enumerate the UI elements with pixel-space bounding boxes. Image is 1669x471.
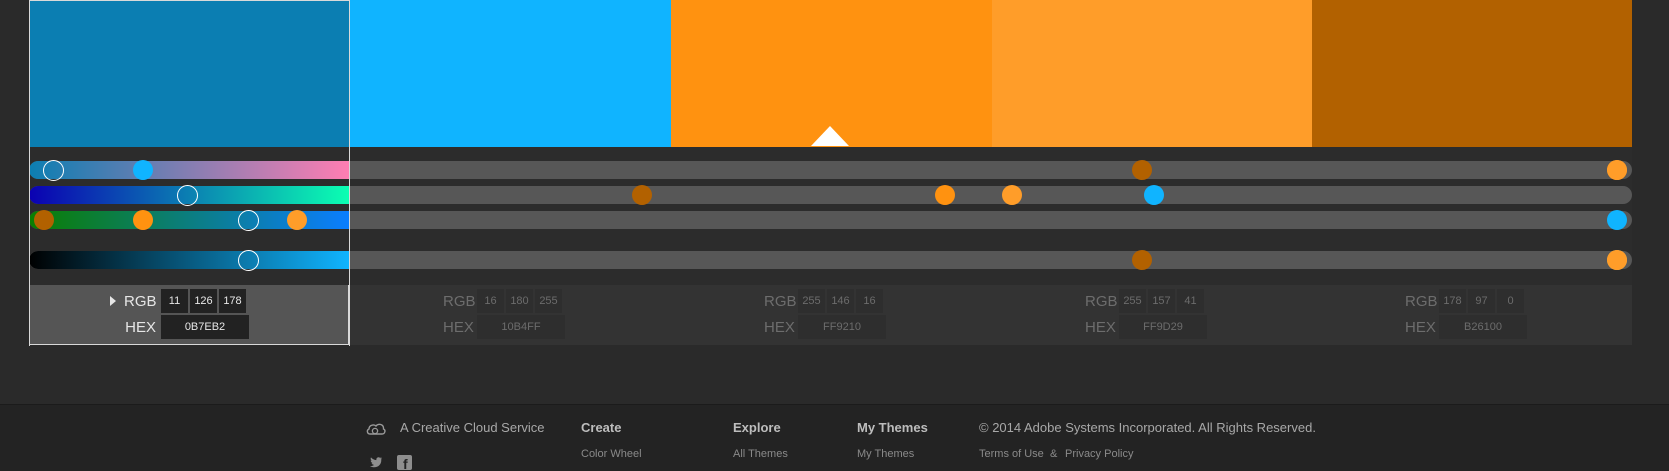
rgb-r-field[interactable]: 11 xyxy=(161,289,188,313)
red-slider-gradient xyxy=(29,161,349,179)
slider-knob-color-3-channel-3[interactable] xyxy=(132,210,153,230)
rgb-b-field[interactable]: 41 xyxy=(1177,289,1204,313)
slider-knob-color-5-channel-3[interactable] xyxy=(34,210,54,230)
color-swatch-2[interactable] xyxy=(350,0,671,147)
blue-slider-track[interactable] xyxy=(29,211,1632,229)
color-swatch-1[interactable] xyxy=(29,0,350,147)
twitter-icon[interactable] xyxy=(369,457,382,468)
color-sliders xyxy=(29,147,1632,285)
hex-field[interactable]: 10B4FF xyxy=(477,315,565,339)
hex-label: HEX xyxy=(764,318,795,336)
slider-knob-color-2-channel-3[interactable] xyxy=(1607,210,1627,230)
color-swatch-5[interactable] xyxy=(1312,0,1632,147)
slider-knob-color-4-channel-3[interactable] xyxy=(286,210,307,230)
rgb-g-field[interactable]: 126 xyxy=(190,289,217,313)
hex-field[interactable]: FF9D29 xyxy=(1119,315,1207,339)
rgb-label: RGB xyxy=(1405,292,1438,310)
rgb-g-field[interactable]: 97 xyxy=(1468,289,1495,313)
slider-knob-color-5-channel-1[interactable] xyxy=(1132,160,1153,180)
creative-cloud-service-text: A Creative Cloud Service xyxy=(400,420,545,435)
rgb-g-field[interactable]: 146 xyxy=(827,289,854,313)
hex-label: HEX xyxy=(125,318,156,336)
color-swatch-4[interactable] xyxy=(992,0,1312,147)
color-wheel-link[interactable]: Color Wheel xyxy=(581,448,642,460)
footer-my-themes-heading: My Themes xyxy=(857,420,928,435)
all-themes-link[interactable]: All Themes xyxy=(733,448,788,460)
color-values-4: RGB 255 157 41 HEX FF9D29 xyxy=(992,285,1312,345)
site-footer: A Creative Cloud Service f Create Color … xyxy=(0,404,1669,471)
rgb-r-field[interactable]: 178 xyxy=(1439,289,1466,313)
hex-field[interactable]: FF9210 xyxy=(798,315,886,339)
terms-of-use-link[interactable]: Terms of Use xyxy=(979,448,1044,460)
color-theme-editor: RGB 11 126 178 HEX 0B7EB2 RGB 16 180 255… xyxy=(0,0,1669,404)
rgb-b-field[interactable]: 178 xyxy=(219,289,246,313)
footer-create-heading: Create xyxy=(581,420,622,435)
rgb-label: RGB xyxy=(124,292,157,310)
rgb-r-field[interactable]: 16 xyxy=(477,289,504,313)
slider-knob-color-2-channel-1[interactable] xyxy=(132,160,153,180)
slider-knob-color-5-channel-4[interactable] xyxy=(1132,250,1153,270)
hex-label: HEX xyxy=(1405,318,1436,336)
rgb-label: RGB xyxy=(764,292,797,310)
green-slider-track[interactable] xyxy=(29,186,1632,204)
color-swatch-3[interactable] xyxy=(671,0,992,147)
hex-field[interactable]: 0B7EB2 xyxy=(161,315,249,339)
rgb-g-field[interactable]: 180 xyxy=(506,289,533,313)
rgb-label: RGB xyxy=(443,292,476,310)
facebook-icon[interactable]: f xyxy=(397,455,412,471)
color-values-5: RGB 178 97 0 HEX B26100 xyxy=(1312,285,1632,345)
hex-label: HEX xyxy=(443,318,474,336)
base-color-marker-icon xyxy=(811,126,849,146)
copyright-text: © 2014 Adobe Systems Incorporated. All R… xyxy=(979,420,1316,435)
footer-explore-heading: Explore xyxy=(733,420,781,435)
slider-knob-color-1-channel-1[interactable] xyxy=(42,160,64,181)
color-values-2: RGB 16 180 255 HEX 10B4FF xyxy=(350,285,670,345)
my-themes-link[interactable]: My Themes xyxy=(857,448,914,460)
rgb-r-field[interactable]: 255 xyxy=(798,289,825,313)
disclosure-caret-icon[interactable] xyxy=(110,296,116,306)
hex-field[interactable]: B26100 xyxy=(1439,315,1527,339)
rgb-r-field[interactable]: 255 xyxy=(1119,289,1146,313)
rgb-b-field[interactable]: 255 xyxy=(535,289,562,313)
slider-knob-color-4-channel-4[interactable] xyxy=(1607,250,1627,270)
rgb-g-field[interactable]: 157 xyxy=(1148,289,1175,313)
creative-cloud-icon xyxy=(366,423,386,435)
rgb-b-field[interactable]: 0 xyxy=(1497,289,1524,313)
slider-knob-color-3-channel-2[interactable] xyxy=(934,185,955,205)
color-swatches xyxy=(29,0,1632,147)
brightness-slider-track[interactable] xyxy=(29,251,1632,269)
color-values-1: RGB 11 126 178 HEX 0B7EB2 xyxy=(29,285,349,345)
ampersand-text: & xyxy=(1050,448,1058,460)
color-values-3: RGB 255 146 16 HEX FF9210 xyxy=(671,285,991,345)
slider-knob-color-1-channel-4[interactable] xyxy=(238,250,260,271)
hex-label: HEX xyxy=(1085,318,1116,336)
rgb-b-field[interactable]: 16 xyxy=(856,289,883,313)
brightness-slider-gradient xyxy=(29,251,349,269)
color-values-panel: RGB 11 126 178 HEX 0B7EB2 RGB 16 180 255… xyxy=(29,285,1632,345)
slider-knob-color-1-channel-3[interactable] xyxy=(238,210,260,231)
privacy-policy-link[interactable]: Privacy Policy xyxy=(1065,448,1133,460)
rgb-label: RGB xyxy=(1085,292,1118,310)
red-slider-track[interactable] xyxy=(29,161,1632,179)
slider-knob-color-4-channel-1[interactable] xyxy=(1607,160,1627,180)
